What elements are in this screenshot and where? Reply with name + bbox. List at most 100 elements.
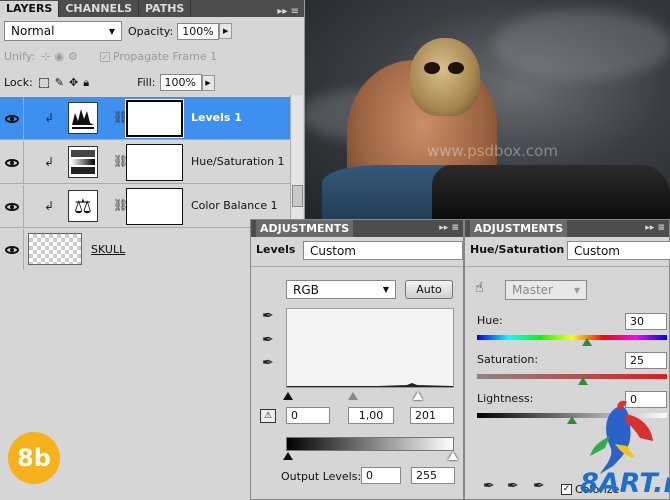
visibility-toggle[interactable]: [0, 229, 24, 270]
layer-name: Color Balance 1: [191, 199, 278, 212]
hue-field[interactable]: 30: [625, 313, 667, 330]
output-levels-label: Output Levels:: [281, 470, 362, 483]
lock-all-icon[interactable]: 🔒︎: [83, 76, 89, 90]
levels-panel-header: ADJUSTMENTS ▸▸ ≡: [251, 220, 463, 237]
visibility-toggle[interactable]: [0, 141, 24, 184]
clipping-warning-icon[interactable]: ⚠: [260, 409, 276, 423]
eye-icon: [4, 202, 19, 211]
auto-button[interactable]: Auto: [405, 280, 453, 299]
hue-preset-select[interactable]: Custom: [567, 241, 670, 260]
hue-saturation-adjustment-icon[interactable]: [68, 146, 98, 178]
saturation-slider-thumb[interactable]: [578, 377, 589, 385]
hue-slider-thumb[interactable]: [582, 338, 593, 346]
saturation-label: Saturation:: [477, 353, 539, 366]
input-white-slider[interactable]: [413, 392, 423, 400]
panel-menu-icon[interactable]: ▸▸ ≡: [645, 220, 665, 237]
panel-menu-icon[interactable]: ▸▸ ≡: [272, 6, 304, 17]
fill-slider-button[interactable]: ▶: [201, 74, 215, 91]
tab-channels[interactable]: CHANNELS: [59, 1, 139, 17]
histogram: [286, 308, 454, 388]
smart-object-icon[interactable]: [28, 233, 82, 265]
chevron-down-icon: ▼: [573, 285, 580, 295]
saturation-field[interactable]: 25: [625, 352, 667, 369]
fill-label: Fill:: [137, 76, 156, 89]
layer-row-levels[interactable]: ↲ ⛓︎ Levels 1: [0, 97, 290, 140]
edit-range-value: Master: [512, 283, 553, 297]
blend-mode-value: Normal: [11, 24, 55, 38]
white-eyedropper-icon[interactable]: ✒: [262, 355, 274, 371]
color-balance-adjustment-icon[interactable]: ⚖: [68, 190, 98, 222]
visibility-toggle[interactable]: [0, 185, 24, 228]
unify-visibility-icon[interactable]: ◉: [54, 50, 64, 63]
saturation-slider-track[interactable]: [477, 374, 667, 379]
gray-eyedropper-icon[interactable]: ✒: [262, 332, 274, 348]
eyedropper-icon[interactable]: ✒: [483, 478, 495, 494]
preset-value: Custom: [574, 243, 620, 258]
levels-label: Levels: [256, 243, 296, 256]
hue-slider-track[interactable]: [477, 335, 667, 340]
hue-panel-header: ADJUSTMENTS ▸▸ ≡: [465, 220, 669, 237]
hue-saturation-label: Hue/Saturation: [470, 243, 565, 256]
colorize-checkbox[interactable]: ✓: [561, 484, 572, 495]
input-gamma-field[interactable]: 1,00: [348, 407, 394, 424]
levels-adjustments-panel: ADJUSTMENTS ▸▸ ≡ Levels Custom RGB ▼ Aut…: [250, 219, 464, 500]
layer-name: Hue/Saturation 1: [191, 155, 285, 168]
fill-field[interactable]: 100%: [159, 74, 202, 91]
layers-tabbar: LAYERS CHANNELS PATHS ▸▸ ≡: [0, 0, 304, 17]
layer-mask-thumbnail[interactable]: [126, 144, 183, 181]
opacity-slider-button[interactable]: ▶: [219, 23, 233, 39]
input-gamma-slider[interactable]: [348, 392, 358, 400]
lock-label: Lock:: [4, 76, 33, 89]
output-black-slider[interactable]: [283, 452, 293, 460]
edit-range-select[interactable]: Master ▼: [505, 280, 587, 300]
layer-name: SKULL: [91, 243, 126, 256]
layer-mask-thumbnail[interactable]: [125, 99, 184, 138]
layer-row-skull[interactable]: SKULL: [0, 229, 290, 270]
chevron-down-icon: ▼: [108, 26, 115, 36]
input-black-slider[interactable]: [283, 392, 293, 400]
subtract-eyedropper-icon[interactable]: ✒: [533, 478, 545, 494]
lightness-slider-thumb[interactable]: [567, 416, 577, 424]
layer-mask-thumbnail[interactable]: [126, 188, 183, 225]
preset-value: Custom: [310, 243, 356, 258]
black-eyedropper-icon[interactable]: ✒: [262, 308, 274, 324]
eye-icon: [4, 158, 19, 167]
targeted-adjustment-hand-icon[interactable]: ☝: [475, 280, 484, 296]
scrollbar-thumb[interactable]: [292, 185, 303, 207]
layer-row-hue-saturation[interactable]: ↲ ⛓︎ Hue/Saturation 1: [0, 141, 290, 184]
output-black-field[interactable]: 0: [361, 467, 401, 484]
site-logo-text: 8ART.ru: [580, 468, 670, 499]
output-white-field[interactable]: 255: [411, 467, 455, 484]
levels-preset-select[interactable]: Custom: [303, 241, 463, 260]
visibility-toggle[interactable]: [0, 97, 24, 140]
unify-position-icon[interactable]: ⊹: [41, 50, 50, 63]
panel-menu-icon[interactable]: ▸▸ ≡: [439, 220, 459, 237]
lock-pixels-icon[interactable]: ✎: [55, 76, 64, 89]
output-gradient: [286, 437, 454, 451]
canvas-image: www.psdbox.com: [292, 0, 670, 220]
skull-head: [410, 38, 480, 116]
propagate-checkbox[interactable]: ✓: [99, 51, 110, 62]
lightness-label: Lightness:: [477, 392, 534, 405]
site-badge: 8b: [8, 432, 60, 484]
channel-select[interactable]: RGB ▼: [286, 280, 396, 299]
input-white-field[interactable]: 201: [410, 407, 454, 424]
levels-adjustment-icon[interactable]: [68, 102, 98, 134]
unify-style-icon[interactable]: ⚙: [68, 50, 78, 63]
lock-transparency-icon[interactable]: [38, 77, 49, 88]
add-eyedropper-icon[interactable]: ✒: [507, 478, 519, 494]
input-black-field[interactable]: 0: [286, 407, 330, 424]
propagate-label: Propagate Frame 1: [112, 50, 218, 63]
parrot-logo-icon: [590, 400, 653, 474]
lock-position-icon[interactable]: ✥: [69, 76, 78, 89]
tab-paths[interactable]: PATHS: [139, 1, 192, 17]
output-white-slider[interactable]: [448, 452, 458, 460]
hue-label: Hue:: [477, 314, 503, 327]
layer-row-color-balance[interactable]: ↲ ⚖ ⛓︎ Color Balance 1: [0, 185, 290, 228]
tab-layers[interactable]: LAYERS: [0, 1, 60, 17]
blend-mode-select[interactable]: Normal ▼: [4, 21, 122, 41]
unify-label: Unify:: [4, 50, 36, 63]
eye-icon: [4, 245, 19, 254]
opacity-field[interactable]: 100%: [177, 22, 220, 40]
clipping-arrow-icon: ↲: [44, 111, 55, 125]
